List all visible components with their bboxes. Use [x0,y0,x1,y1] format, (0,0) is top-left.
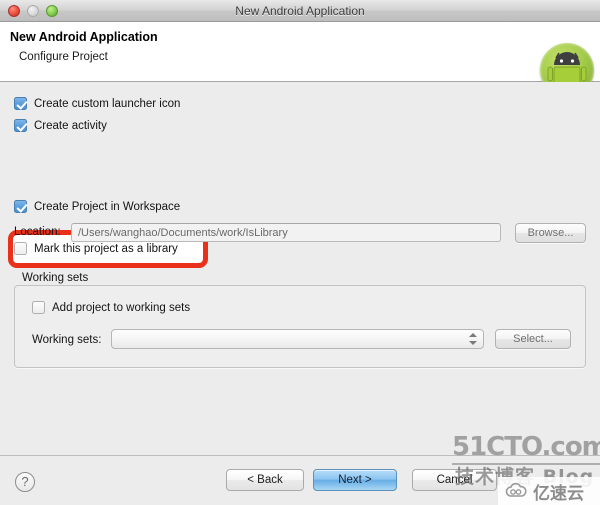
checkbox-label: Mark this project as a library [34,242,178,255]
checkbox-create-activity[interactable] [14,119,27,132]
checkbox-label: Create custom launcher icon [34,97,181,110]
watermark-cloud-logo: 亿速云 [498,477,600,505]
checkbox-row-create-custom-launcher-icon[interactable]: Create custom launcher icon [14,97,180,110]
next-button[interactable]: Next > [313,469,397,491]
checkbox-label: Add project to working sets [52,301,191,314]
checkbox-row-create-project-in-workspace[interactable]: Create Project in Workspace [14,200,180,213]
checkbox-create-custom-launcher-icon[interactable] [14,97,27,110]
working-sets-field-label: Working sets: [32,334,102,346]
new-android-application-window: New Android Application New Android Appl… [0,0,600,505]
working-sets-dropdown[interactable] [111,329,484,349]
window-titlebar: New Android Application [0,0,600,22]
checkbox-label: Create activity [34,119,107,132]
checkbox-row-mark-as-library[interactable]: Mark this project as a library [14,242,178,255]
location-input[interactable]: /Users/wanghao/Documents/work/IsLibrary [71,223,501,242]
checkbox-mark-this-project-as-a-library[interactable] [14,242,27,255]
page-title: New Android Application [10,30,158,44]
wizard-header: New Android Application Configure Projec… [0,22,600,97]
checkbox-add-project-to-working-sets[interactable] [32,301,45,314]
cloud-icon [505,482,527,497]
browse-button[interactable]: Browse... [515,223,586,243]
checkbox-create-project-in-workspace[interactable] [14,200,27,213]
location-label: Location: [14,226,61,238]
cancel-button[interactable]: Cancel [412,469,497,491]
checkbox-label: Create Project in Workspace [34,200,181,213]
working-sets-group: Add project to working sets Working sets… [14,285,586,368]
chevron-updown-icon [469,332,477,346]
watermark-cloud-text: 亿速云 [533,483,584,503]
page-subtitle: Configure Project [19,51,108,63]
checkbox-row-create-activity[interactable]: Create activity [14,119,107,132]
window-title: New Android Application [235,4,365,18]
wizard-body: Create custom launcher icon Create activ… [0,82,600,455]
checkbox-row-add-project-to-working-sets[interactable]: Add project to working sets [32,301,190,314]
help-icon[interactable]: ? [15,472,35,492]
select-working-sets-button[interactable]: Select... [495,329,571,349]
back-button[interactable]: < Back [226,469,304,491]
working-sets-group-title: Working sets [22,272,89,284]
